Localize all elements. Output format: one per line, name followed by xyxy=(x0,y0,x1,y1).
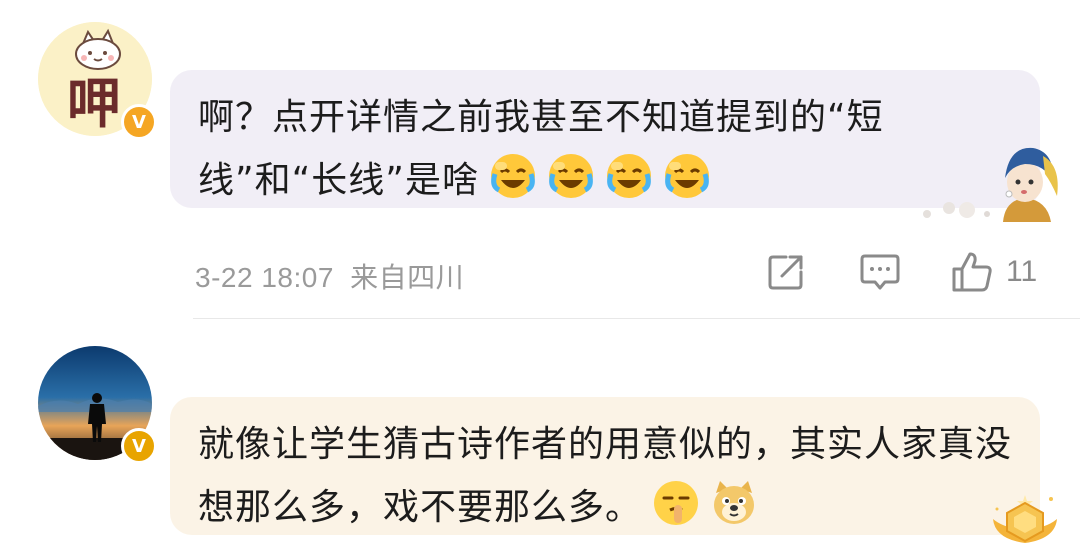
verified-badge-label: V xyxy=(132,111,146,133)
laughing-crying-icon xyxy=(548,154,593,198)
verified-badge: V xyxy=(121,428,157,464)
avatar-text: 呷 xyxy=(67,72,121,135)
girl-pearl-decoration-icon xyxy=(923,147,1058,222)
laughing-crying-icon xyxy=(606,154,651,198)
share-button[interactable] xyxy=(766,250,806,294)
comment-2: V 就像让学生猜古诗作者的用意似的，其实人家真没想那么多，戏不要那么多。 xyxy=(0,319,1080,544)
laughing-crying-icon xyxy=(664,154,709,198)
hush-face-icon xyxy=(654,481,699,525)
thumbs-up-icon xyxy=(952,252,992,292)
like-count: 11 xyxy=(1006,255,1038,288)
comment-timestamp: 3-22 18:07 xyxy=(195,262,334,293)
reply-button[interactable] xyxy=(859,250,901,294)
emoji-group xyxy=(642,481,758,528)
verified-badge-label: V xyxy=(132,435,146,457)
comment-bubble[interactable]: 就像让学生猜古诗作者的用意似的，其实人家真没想那么多，戏不要那么多。 xyxy=(170,397,1040,535)
doge-icon xyxy=(714,481,755,524)
comment-text: 就像让学生猜古诗作者的用意似的，其实人家真没想那么多，戏不要那么多。 xyxy=(198,424,1013,528)
comment-1: 呷 V 啊？点开详情之前我甚至不知道提到的“短线”和“长线”是啥 3-22 18… xyxy=(0,0,1080,318)
laughing-crying-icon xyxy=(490,154,535,198)
comment-icon xyxy=(860,254,900,290)
verified-badge: V xyxy=(121,104,157,140)
comment-meta: 3-22 18:07 来自四川 xyxy=(195,256,464,296)
emoji-group xyxy=(479,154,711,201)
gold-medal-decoration-icon xyxy=(993,495,1057,543)
share-icon xyxy=(768,255,803,290)
comment-location: 来自四川 xyxy=(350,262,465,293)
like-button[interactable]: 11 xyxy=(950,250,1037,294)
